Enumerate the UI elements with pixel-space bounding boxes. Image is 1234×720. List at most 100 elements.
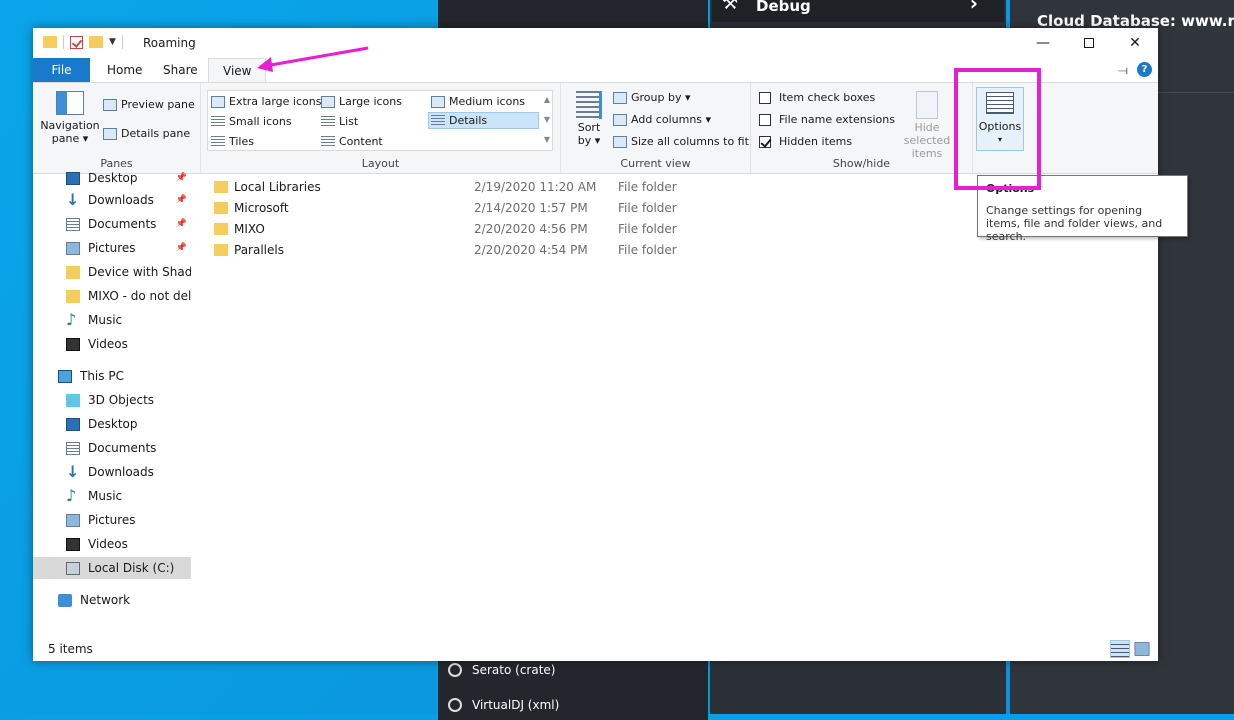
file-row[interactable]: MIXO 2/20/2020 4:56 PM File folder: [198, 218, 718, 239]
file-row[interactable]: Parallels 2/20/2020 4:54 PM File folder: [198, 239, 718, 260]
nav-label: Desktop: [88, 171, 138, 185]
nav-item-documents-quick[interactable]: Documents 📌: [33, 213, 191, 235]
nav-item-device-with-shadow[interactable]: Device with Shadow: [33, 261, 191, 283]
nav-item-videos[interactable]: Videos: [33, 533, 191, 555]
details-pane-label: Details pane: [121, 127, 191, 140]
add-columns-button[interactable]: Add columns ▾: [613, 113, 711, 126]
file-row[interactable]: Local Libraries 2/19/2020 11:20 AM File …: [198, 176, 718, 197]
help-icon[interactable]: ?: [1137, 62, 1152, 77]
large-icons-option[interactable]: Large icons: [321, 93, 402, 110]
medium-icons-label: Medium icons: [449, 95, 526, 108]
nav-item-local-disk[interactable]: Local Disk (C:): [33, 557, 191, 579]
sort-icon: [576, 91, 602, 119]
small-icons-option[interactable]: Small icons: [211, 113, 292, 130]
expand-gallery-icon[interactable]: ▼: [544, 135, 550, 144]
nav-item-this-pc[interactable]: This PC: [33, 365, 191, 387]
arrow-annotation: [257, 46, 369, 72]
content-option[interactable]: Content: [321, 133, 383, 150]
nav-label: Pictures: [88, 513, 136, 527]
list-option[interactable]: List: [321, 113, 358, 130]
navigation-pane-label: Navigation: [40, 119, 100, 132]
extra-large-icons-option[interactable]: Extra large icons: [211, 93, 321, 110]
scroll-up-icon[interactable]: ▲: [544, 95, 550, 104]
large-icons-view-icon[interactable]: [1134, 642, 1150, 656]
tab-home[interactable]: Home: [93, 58, 156, 82]
folder-icon: [43, 36, 57, 48]
list-icon: [321, 115, 335, 128]
file-name-extensions-checkbox[interactable]: File name extensions: [759, 113, 895, 126]
local-disk-icon: [66, 561, 80, 575]
new-folder-icon[interactable]: [89, 36, 103, 48]
file-row[interactable]: Microsoft 2/14/2020 1:57 PM File folder: [198, 197, 718, 218]
nav-item-videos-quick[interactable]: Videos: [33, 333, 191, 355]
file-date: 2/20/2020 4:56 PM: [474, 221, 588, 236]
details-pane-icon: [103, 127, 117, 140]
properties-icon[interactable]: [70, 35, 83, 49]
nav-label: Device with Shadow: [88, 265, 191, 279]
preview-pane-button[interactable]: Preview pane: [103, 98, 195, 111]
scroll-down-icon[interactable]: ▼: [544, 115, 550, 124]
navigation-pane-button[interactable]: Navigation pane ▾: [39, 91, 101, 145]
maximize-button[interactable]: [1066, 28, 1112, 58]
documents-icon: [66, 217, 80, 231]
file-date: 2/19/2020 11:20 AM: [474, 179, 597, 194]
minimize-button[interactable]: —: [1020, 28, 1066, 58]
nav-item-desktop[interactable]: Desktop: [33, 413, 191, 435]
nav-label: Documents: [88, 441, 157, 455]
debug-panel-header[interactable]: ⚒ Debug ›: [712, 0, 1004, 22]
sort-by-label-2: by ▾: [577, 134, 601, 147]
tiles-option[interactable]: Tiles: [211, 133, 254, 150]
nav-item-pictures[interactable]: Pictures: [33, 509, 191, 531]
details-option[interactable]: Details: [428, 112, 539, 129]
pin-icon: 📌: [175, 219, 187, 229]
close-button[interactable]: ✕: [1112, 28, 1158, 58]
sort-by-button[interactable]: Sort by ▾: [571, 91, 607, 147]
serato-label: Serato (crate): [472, 663, 556, 677]
nav-item-desktop-quick[interactable]: Desktop 📌: [33, 167, 191, 189]
size-all-columns-label: Size all columns to fit: [631, 135, 749, 148]
debug-label: Debug: [756, 0, 811, 15]
tab-file[interactable]: File: [33, 58, 90, 82]
nav-item-music[interactable]: Music: [33, 485, 191, 507]
network-icon: [58, 593, 72, 607]
nav-item-mixo[interactable]: MIXO - do not delet: [33, 285, 191, 307]
folder-icon: [214, 243, 228, 256]
serato-icon: [448, 663, 462, 677]
nav-label: Music: [88, 313, 123, 327]
large-icons-label: Large icons: [339, 95, 402, 108]
nav-label: Music: [88, 489, 123, 503]
extra-large-icons-icon: [211, 95, 225, 108]
medium-icons-option[interactable]: Medium icons: [431, 93, 525, 110]
layout-gallery: Extra large icons Large icons Medium ico…: [207, 90, 553, 151]
file-type: File folder: [618, 200, 677, 215]
tab-share[interactable]: Share: [149, 58, 212, 82]
details-pane-button[interactable]: Details pane: [103, 127, 190, 140]
nav-label: Network: [80, 593, 131, 607]
navigation-pane-icon: [56, 91, 84, 115]
virtualdj-xml-item[interactable]: VirtualDJ (xml): [438, 690, 708, 720]
nav-item-downloads-quick[interactable]: Downloads 📌: [33, 189, 191, 211]
hide-selected-items-button[interactable]: Hide selected items: [891, 91, 963, 160]
pin-ribbon-icon[interactable]: ⟞: [1118, 63, 1128, 78]
nav-item-music-quick[interactable]: Music: [33, 309, 191, 331]
nav-item-network[interactable]: Network: [33, 589, 191, 611]
group-show-hide: Item check boxes File name extensions Hi…: [751, 83, 973, 174]
3d-objects-icon: [66, 393, 80, 407]
customize-toolbar-chevron-icon[interactable]: ▼: [109, 37, 116, 47]
details-view-icon[interactable]: [1110, 640, 1130, 658]
folder-icon: [214, 201, 228, 214]
pin-icon: 📌: [175, 195, 187, 205]
nav-item-downloads[interactable]: Downloads: [33, 461, 191, 483]
hidden-items-checkbox[interactable]: Hidden items: [759, 135, 852, 148]
size-all-columns-button[interactable]: Size all columns to fit: [613, 135, 749, 148]
group-current-view: Sort by ▾ Group by ▾ Add columns ▾ Size …: [561, 83, 751, 174]
group-by-button[interactable]: Group by ▾: [613, 91, 691, 104]
nav-item-3d-objects[interactable]: 3D Objects: [33, 389, 191, 411]
title-bar[interactable]: ▼ Roaming — ✕: [33, 28, 1158, 58]
maximize-icon: [1084, 38, 1094, 48]
downloads-icon: [66, 190, 80, 209]
item-check-boxes-checkbox[interactable]: Item check boxes: [759, 91, 875, 104]
nav-item-pictures-quick[interactable]: Pictures 📌: [33, 237, 191, 259]
nav-label: Videos: [88, 337, 128, 351]
nav-item-documents[interactable]: Documents: [33, 437, 191, 459]
